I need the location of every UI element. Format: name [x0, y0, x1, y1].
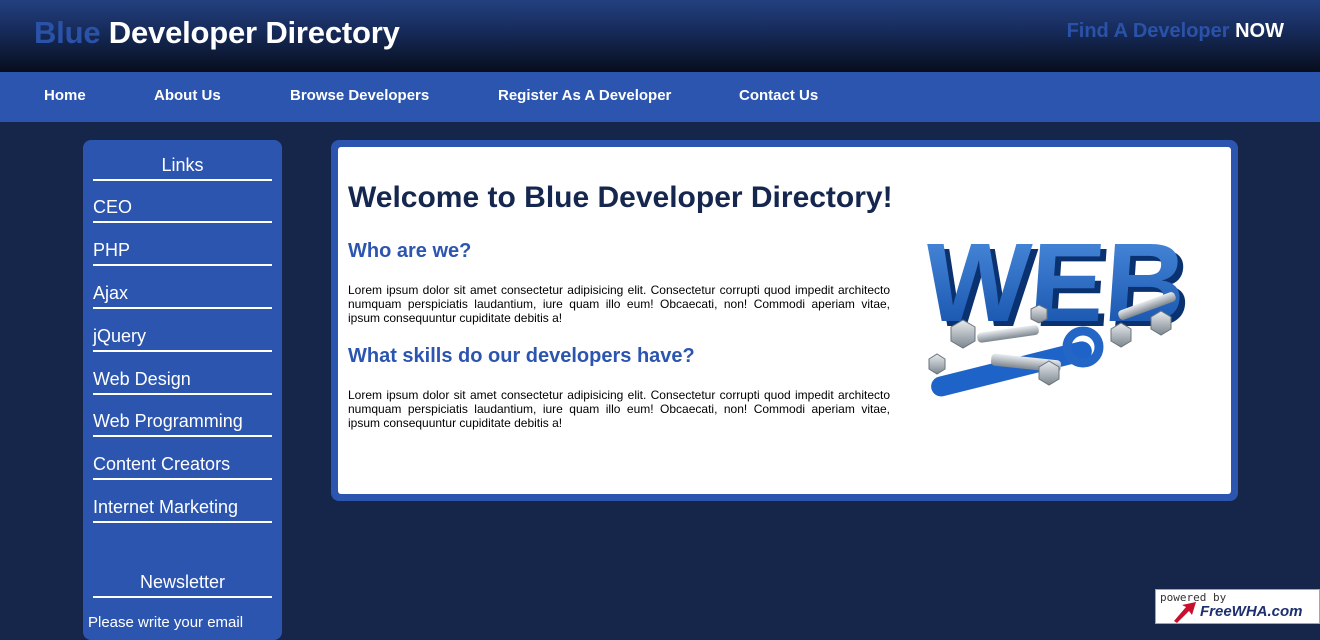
nav-home[interactable]: Home [44, 87, 86, 104]
sidebar-link-jquery[interactable]: jQuery [93, 326, 272, 352]
powered-by-badge[interactable]: powered by FreeWHA.com [1155, 589, 1320, 624]
section-who-heading: Who are we? [348, 240, 472, 262]
content-panel: Welcome to Blue Developer Directory! Who… [338, 147, 1231, 494]
section-who-text: Lorem ipsum dolor sit amet consectetur a… [348, 283, 890, 325]
powered-by-brand: FreeWHA.com [1200, 603, 1303, 620]
main-nav: Home About Us Browse Developers Register… [0, 72, 1320, 122]
site-title-rest: Developer Directory [100, 15, 400, 50]
sidebar-newsletter-heading: Newsletter [93, 572, 272, 598]
web-tools-image: WEB WEB [921, 219, 1196, 397]
sidebar-link-ceo[interactable]: CEO [93, 197, 272, 223]
tagline-prefix: Find A Developer [1066, 20, 1236, 42]
site-title[interactable]: Blue Developer Directory [34, 15, 400, 51]
content-frame: Welcome to Blue Developer Directory! Who… [331, 140, 1238, 501]
sidebar-link-php[interactable]: PHP [93, 240, 272, 266]
sidebar-link-content-creators[interactable]: Content Creators [93, 454, 272, 480]
section-skills-text: Lorem ipsum dolor sit amet consectetur a… [348, 388, 890, 430]
newsletter-prompt: Please write your email [88, 614, 244, 631]
page-title: Welcome to Blue Developer Directory! [348, 181, 893, 214]
sidebar-link-internet-marketing[interactable]: Internet Marketing [93, 497, 272, 523]
section-skills-heading: What skills do our developers have? [348, 345, 695, 367]
nav-about-us[interactable]: About Us [154, 87, 221, 104]
sidebar-links-heading: Links [93, 155, 272, 181]
tagline: Find A Developer NOW [1067, 20, 1284, 43]
tagline-strong: NOW [1235, 20, 1284, 42]
sidebar: Links CEO PHP Ajax jQuery Web Design Web… [83, 140, 282, 640]
sidebar-link-ajax[interactable]: Ajax [93, 283, 272, 309]
nav-register-developer[interactable]: Register As A Developer [498, 87, 671, 104]
nav-contact-us[interactable]: Contact Us [739, 87, 818, 104]
site-header: Blue Developer Directory Find A Develope… [0, 0, 1320, 72]
sidebar-link-web-programming[interactable]: Web Programming [93, 411, 272, 437]
site-title-accent: Blue [34, 15, 101, 50]
sidebar-link-web-design[interactable]: Web Design [93, 369, 272, 395]
arrow-icon [1174, 602, 1196, 623]
nav-browse-developers[interactable]: Browse Developers [290, 87, 429, 104]
